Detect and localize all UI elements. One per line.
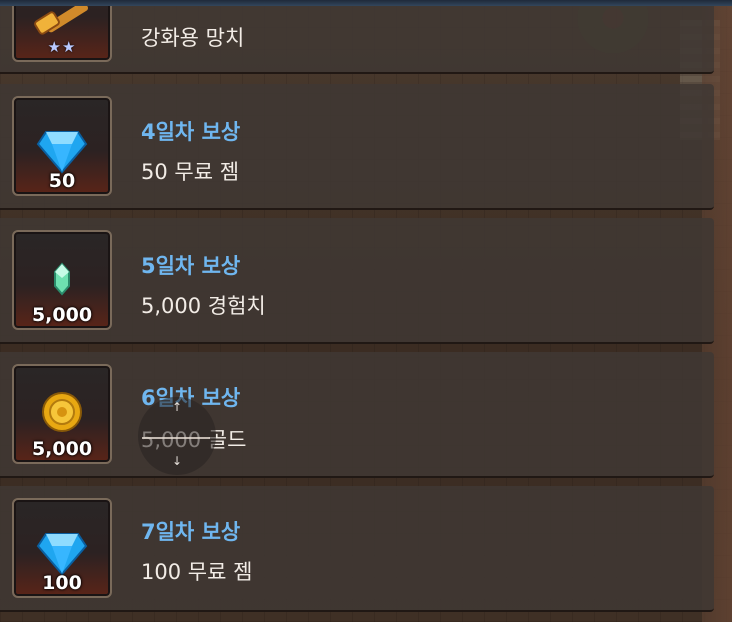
reward-row-day6: 5,000 6일차 보상 5,000 골드 bbox=[0, 352, 714, 478]
reward-row-day5: 5,000 5일차 보상 5,000 경험치 bbox=[0, 218, 714, 344]
reward-description: 50 무료 젬 bbox=[141, 160, 240, 184]
reward-icon-frame: 50 bbox=[12, 96, 112, 196]
rarity-stars: ★★ bbox=[47, 38, 77, 56]
reward-row-day4: 50 4일차 보상 50 무료 젬 bbox=[0, 84, 714, 210]
reward-quantity: 5,000 bbox=[31, 438, 93, 460]
reward-icon-frame: 5,000 bbox=[12, 364, 112, 464]
scroll-down-arrow-icon: ↓ bbox=[172, 454, 183, 468]
reward-list[interactable]: ★★ 강화용 망치 50 4일차 보상 50 무료 젬 5,000 5일차 보상… bbox=[0, 0, 716, 622]
reward-quantity: 50 bbox=[48, 170, 76, 192]
scroll-drag-line bbox=[142, 437, 210, 439]
reward-day-title: 4일차 보상 bbox=[141, 120, 241, 144]
reward-icon-frame: 100 bbox=[12, 498, 112, 598]
reward-day-title: 7일차 보상 bbox=[141, 520, 241, 544]
top-border bbox=[0, 0, 732, 6]
reward-day-title: 5일차 보상 bbox=[141, 254, 241, 278]
reward-quantity: 100 bbox=[42, 572, 82, 594]
reward-description: 5,000 경험치 bbox=[141, 294, 266, 318]
scroll-up-arrow-icon: ↑ bbox=[172, 400, 183, 414]
reward-row-day7: 100 7일차 보상 100 무료 젬 bbox=[0, 486, 714, 612]
reward-icon-frame: 5,000 bbox=[12, 230, 112, 330]
reward-icon-frame: ★★ bbox=[12, 0, 112, 62]
reward-row-hammer: ★★ 강화용 망치 bbox=[0, 0, 714, 74]
reward-description: 강화용 망치 bbox=[141, 26, 245, 50]
reward-description: 100 무료 젬 bbox=[141, 560, 253, 584]
reward-quantity: 5,000 bbox=[31, 304, 93, 326]
